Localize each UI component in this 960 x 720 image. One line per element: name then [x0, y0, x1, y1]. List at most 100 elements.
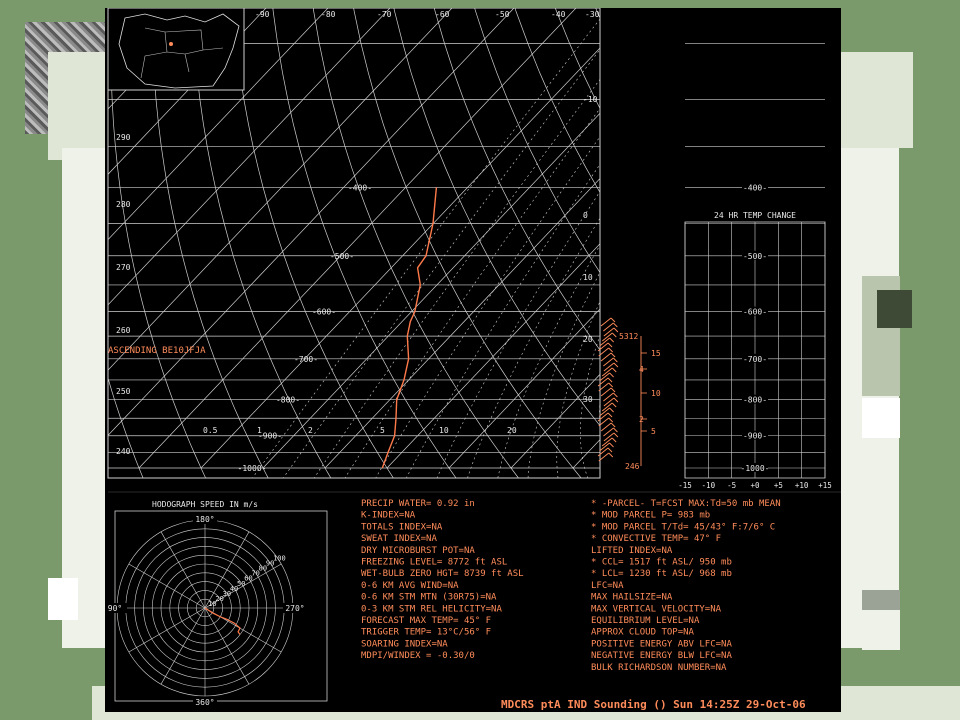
wind-barb — [600, 387, 612, 397]
wind-barb-flag — [610, 317, 616, 323]
temp-change-tick: +15 — [818, 481, 832, 490]
index-right: * MOD PARCEL P= 983 mb — [591, 511, 710, 521]
theta-label: 240 — [116, 447, 131, 456]
index-right: * MOD PARCEL T/Td= 45/43° F:7/6° C — [591, 522, 775, 532]
dry-adiabat — [433, 8, 600, 351]
temperature-profile — [381, 187, 438, 469]
wind-barb-flag — [613, 327, 619, 333]
index-left: PRECIP WATER= 0.92 in — [361, 499, 475, 509]
temp-top-label: -50 — [495, 10, 510, 19]
pressure-label: -500- — [330, 252, 354, 261]
temp-right-label: 20 — [583, 335, 593, 344]
moist-adiabat — [375, 136, 600, 478]
indices-panel: PRECIP WATER= 0.92 in K-INDEX=NATOTALS IN… — [361, 499, 781, 673]
theta-label: 270 — [116, 263, 131, 272]
hodograph-spoke — [128, 563, 206, 609]
wind-barb-flag — [610, 387, 616, 393]
bg-dark-square — [877, 290, 912, 328]
wind-barb-flag — [608, 347, 613, 353]
wind-barbs — [597, 317, 619, 462]
wind-barb-flag — [611, 332, 617, 338]
temp-change-pressure: -1000- — [741, 464, 770, 473]
bg-panel-4 — [841, 52, 913, 148]
index-right: POSITIVE ENERGY ABV LFC=NA — [591, 639, 732, 649]
index-left: SWEAT INDEX=NA — [361, 534, 437, 544]
index-right: LIFTED INDEX=NA — [591, 546, 673, 556]
moist-adiabat — [313, 78, 600, 478]
mixing-ratio-label: 20 — [507, 426, 517, 435]
dry-adiabat — [474, 8, 600, 274]
inset-map — [107, 8, 245, 91]
index-left: SOARING INDEX=NA — [361, 639, 448, 649]
wind-barb-flag — [613, 392, 618, 398]
hodograph-spoke — [160, 531, 206, 609]
wind-barb-flag — [608, 417, 614, 423]
index-left: FORECAST MAX TEMP= 45° F — [361, 616, 491, 626]
wind-barb-flag — [610, 422, 616, 428]
isotherm — [510, 373, 600, 469]
mixing-ratio-label: 0.5 — [203, 426, 218, 435]
wind-barb-flag — [613, 357, 618, 363]
moist-adiabat — [497, 244, 600, 478]
km-label: 5 — [651, 427, 656, 436]
index-right: EQUILIBRIUM LEVEL=NA — [591, 616, 700, 626]
index-right: NEGATIVE ENERGY BLW LFC=NA — [591, 651, 732, 661]
index-right: BULK RICHARDSON NUMBER=NA — [591, 663, 727, 673]
temp-change-pressure: -800- — [743, 396, 767, 405]
temp-change-chart: 24 HR TEMP CHANGE -15 -10 -5 +0 +5 +10 +15 -400-… — [678, 43, 832, 490]
wind-barb-flag — [608, 382, 614, 388]
bg-panel-3 — [48, 578, 78, 620]
theta-label: 250 — [116, 387, 131, 396]
wind-barb — [600, 352, 612, 362]
hodograph-spoke — [128, 607, 206, 653]
moist-adiabat — [556, 300, 600, 478]
index-right: APPROX CLOUD TOP=NA — [591, 628, 695, 638]
dry-adiabat — [312, 8, 519, 478]
temp-top-label: -80 — [321, 10, 336, 19]
km-label: 10 — [651, 389, 661, 398]
mixing-ratio-label: 5 — [380, 426, 385, 435]
sounding-svg: -400- -500- -600- -700- -800- -900- -1000- 290 2… — [105, 8, 841, 711]
height-bottom-label: 246 — [625, 462, 640, 471]
moist-adiabat — [252, 18, 600, 478]
temp-change-pressure: -700- — [743, 355, 767, 364]
temp-change-tick: -5 — [727, 481, 736, 490]
theta-label: 290 — [116, 133, 131, 142]
wind-barb-flag — [607, 447, 613, 453]
height-column: 5312 246 15 4 10 25 — [619, 332, 661, 471]
index-left: TRIGGER TEMP= 13°C/56° F — [361, 628, 491, 638]
temp-top-label: -40 — [551, 10, 566, 19]
theta-label: 280 — [116, 200, 131, 209]
bg-panel-7 — [862, 398, 900, 438]
ascending-label: ASCENDING BE10JFJA — [108, 346, 206, 356]
temp-change-tick: -10 — [702, 481, 716, 490]
wind-barb-flag — [608, 452, 614, 458]
hodograph-title: HODOGRAPH SPEED IN m/s — [152, 500, 258, 509]
index-left: 0-6 KM STM MTN (30R75)=NA — [361, 593, 497, 603]
index-right: * LCL= 1230 ft ASL/ 968 mb — [591, 569, 732, 579]
wind-barb-flag — [613, 397, 619, 403]
mixing-ratio-label: 2 — [308, 426, 313, 435]
wind-barb-flag — [609, 372, 614, 378]
hodograph-direction: 180° — [195, 515, 214, 524]
pressure-label: -400- — [348, 183, 372, 192]
moist-adiabat — [467, 217, 600, 478]
temp-change-pressure: -400- — [743, 183, 767, 192]
isotherm — [386, 243, 600, 469]
wind-barb-flag — [607, 412, 613, 418]
index-right: * CCL= 1517 ft ASL/ 950 mb — [591, 558, 732, 568]
hodograph-spoke — [160, 607, 206, 685]
dry-adiabat — [595, 8, 600, 19]
moist-adiabat — [599, 395, 600, 429]
moist-adiabat — [405, 163, 600, 478]
temp-change-tick: +5 — [774, 481, 783, 490]
wind-barb-flag — [613, 322, 618, 328]
temp-top-label: -70 — [377, 10, 392, 19]
mixing-ratio-label: 1 — [257, 426, 262, 435]
km-label: 15 — [651, 349, 661, 358]
dry-adiabat — [393, 8, 600, 427]
isotherm — [448, 308, 600, 469]
wind-barb-flag — [611, 402, 617, 408]
index-right: * CONVECTIVE TEMP= 47° F — [591, 534, 721, 544]
temp-change-tick: +0 — [750, 481, 760, 490]
